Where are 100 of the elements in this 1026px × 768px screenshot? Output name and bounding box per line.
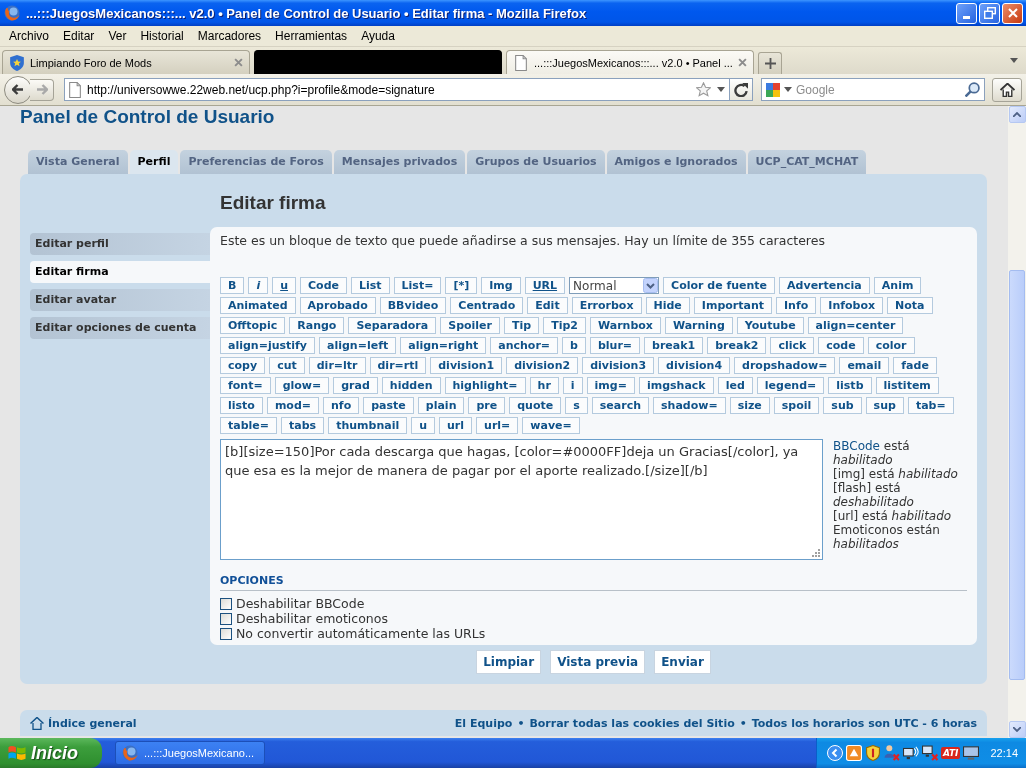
- sidebar-item[interactable]: Editar opciones de cuenta: [30, 317, 210, 339]
- network-icon[interactable]: [902, 745, 919, 761]
- tag-button[interactable]: thumbnail: [328, 417, 408, 434]
- new-tab-button[interactable]: [758, 52, 782, 74]
- tag-button[interactable]: division4: [658, 357, 731, 374]
- tag-button[interactable]: B: [220, 277, 245, 294]
- tag-button[interactable]: glow=: [274, 377, 330, 394]
- back-button[interactable]: [4, 75, 32, 104]
- tag-button[interactable]: tabs: [281, 417, 325, 434]
- scrollbar[interactable]: [1008, 106, 1026, 738]
- tag-button[interactable]: url: [439, 417, 473, 434]
- network-x-icon[interactable]: [921, 745, 938, 761]
- tab[interactable]: Preferencias de Foros: [180, 150, 332, 174]
- tag-button[interactable]: click: [770, 337, 815, 354]
- tag-button[interactable]: listo: [220, 397, 263, 414]
- tag-button[interactable]: Important: [693, 297, 772, 314]
- tag-button[interactable]: Youtube: [736, 317, 804, 334]
- browser-tab[interactable]: Limpiando Foro de Mods: [2, 50, 250, 74]
- tag-button[interactable]: wave=: [522, 417, 580, 434]
- tag-button[interactable]: URL: [524, 277, 566, 294]
- menu-item[interactable]: Ver: [101, 29, 134, 43]
- menu-item[interactable]: Marcadores: [190, 29, 269, 43]
- tag-button[interactable]: Tip: [504, 317, 540, 334]
- tag-button[interactable]: mod=: [266, 397, 320, 414]
- tag-button[interactable]: align=justify: [220, 337, 316, 354]
- tab[interactable]: Perfil: [129, 150, 179, 174]
- tag-button[interactable]: align=center: [807, 317, 904, 334]
- tag-button[interactable]: Errorbox: [571, 297, 642, 314]
- tag-button[interactable]: Tip2: [543, 317, 586, 334]
- tab[interactable]: UCP_CAT_MCHAT: [747, 150, 867, 174]
- tag-button[interactable]: Infobox: [820, 297, 884, 314]
- tag-button[interactable]: img=: [586, 377, 635, 394]
- tag-button[interactable]: nfo: [323, 397, 360, 414]
- tag-button[interactable]: Anim: [873, 277, 922, 294]
- tag-button[interactable]: imgshack: [638, 377, 714, 394]
- tag-button[interactable]: Warnbox: [589, 317, 661, 334]
- tag-button[interactable]: division2: [506, 357, 579, 374]
- tag-button[interactable]: hidden: [381, 377, 441, 394]
- tag-button[interactable]: pre: [468, 397, 506, 414]
- bbcode-link[interactable]: BBCode: [833, 439, 880, 453]
- tag-button[interactable]: Info: [776, 297, 817, 314]
- tag-button[interactable]: Edit: [527, 297, 568, 314]
- tab[interactable]: Amigos e Ignorados: [606, 150, 746, 174]
- font-size-select[interactable]: Normal: [569, 277, 660, 294]
- tag-button[interactable]: u: [272, 277, 296, 294]
- tag-button[interactable]: table=: [220, 417, 277, 434]
- caret-icon[interactable]: [717, 87, 725, 92]
- tag-button[interactable]: grad: [333, 377, 378, 394]
- search-field[interactable]: Google: [761, 78, 985, 101]
- form-button[interactable]: Enviar: [654, 650, 711, 674]
- browser-tab[interactable]: ...:::JuegosMexicanos:::... v2.0 • Panel ...: [506, 50, 754, 74]
- restore-button[interactable]: [979, 2, 1000, 24]
- tag-button[interactable]: legend=: [756, 377, 825, 394]
- tag-button[interactable]: fade: [893, 357, 937, 374]
- tag-button[interactable]: u: [411, 417, 436, 434]
- tag-button[interactable]: Hide: [645, 297, 690, 314]
- signature-textarea[interactable]: [b][size=150]Por cada descarga que hagas, [color=#0000FF]deja un Gracias[/color], ya que esa es la mejor de manera de pagar por el aporte realizado.[/size][/b]: [220, 439, 823, 560]
- sidebar-item[interactable]: Editar avatar: [30, 289, 210, 311]
- tag-button[interactable]: anchor=: [490, 337, 559, 354]
- tag-button[interactable]: listitem: [875, 377, 939, 394]
- star-icon[interactable]: [696, 82, 711, 97]
- tag-button[interactable]: List: [351, 277, 390, 294]
- tag-button[interactable]: copy: [220, 357, 266, 374]
- tab[interactable]: Vista General: [28, 150, 128, 174]
- tag-button[interactable]: url=: [476, 417, 519, 434]
- tag-button[interactable]: quote: [509, 397, 562, 414]
- tag-button[interactable]: shadow=: [653, 397, 726, 414]
- close-icon[interactable]: [738, 58, 747, 67]
- minimize-button[interactable]: [956, 2, 977, 24]
- tab[interactable]: Mensajes privados: [333, 150, 466, 174]
- tag-button[interactable]: s: [565, 397, 588, 414]
- tag-button[interactable]: Code: [300, 277, 347, 294]
- tag-button[interactable]: break2: [707, 337, 767, 354]
- tag-button[interactable]: cut: [269, 357, 305, 374]
- tag-button[interactable]: Nota: [887, 297, 933, 314]
- checkbox[interactable]: [220, 627, 232, 640]
- tag-button[interactable]: color: [867, 337, 915, 354]
- chevron-left-icon[interactable]: [826, 745, 843, 761]
- tag-button[interactable]: Img: [481, 277, 521, 294]
- logo-badge[interactable]: ATI: [940, 747, 961, 759]
- form-button[interactable]: Limpiar: [476, 650, 542, 674]
- menu-item[interactable]: Herramientas: [268, 29, 355, 43]
- tag-button[interactable]: dir=rtl: [369, 357, 427, 374]
- tag-button[interactable]: Separadora: [348, 317, 437, 334]
- tag-button[interactable]: blur=: [589, 337, 641, 354]
- tag-button[interactable]: size: [729, 397, 770, 414]
- person-x-icon[interactable]: [883, 745, 900, 761]
- tag-button[interactable]: search: [591, 397, 649, 414]
- tag-button[interactable]: Rango: [289, 317, 345, 334]
- tag-button[interactable]: led: [717, 377, 753, 394]
- search-icon[interactable]: [965, 82, 980, 97]
- tag-button[interactable]: spoil: [773, 397, 820, 414]
- tag-button[interactable]: plain: [417, 397, 465, 414]
- tag-button[interactable]: Offtopic: [220, 317, 286, 334]
- tag-button[interactable]: align=left: [319, 337, 397, 354]
- tag-button[interactable]: BBvideo: [379, 297, 447, 314]
- sidebar-item[interactable]: Editar firma: [30, 261, 210, 283]
- tag-button[interactable]: i: [248, 277, 269, 294]
- tag-button[interactable]: [*]: [445, 277, 478, 294]
- footer-link[interactable]: Borrar todas las cookies del Sitio: [529, 716, 735, 730]
